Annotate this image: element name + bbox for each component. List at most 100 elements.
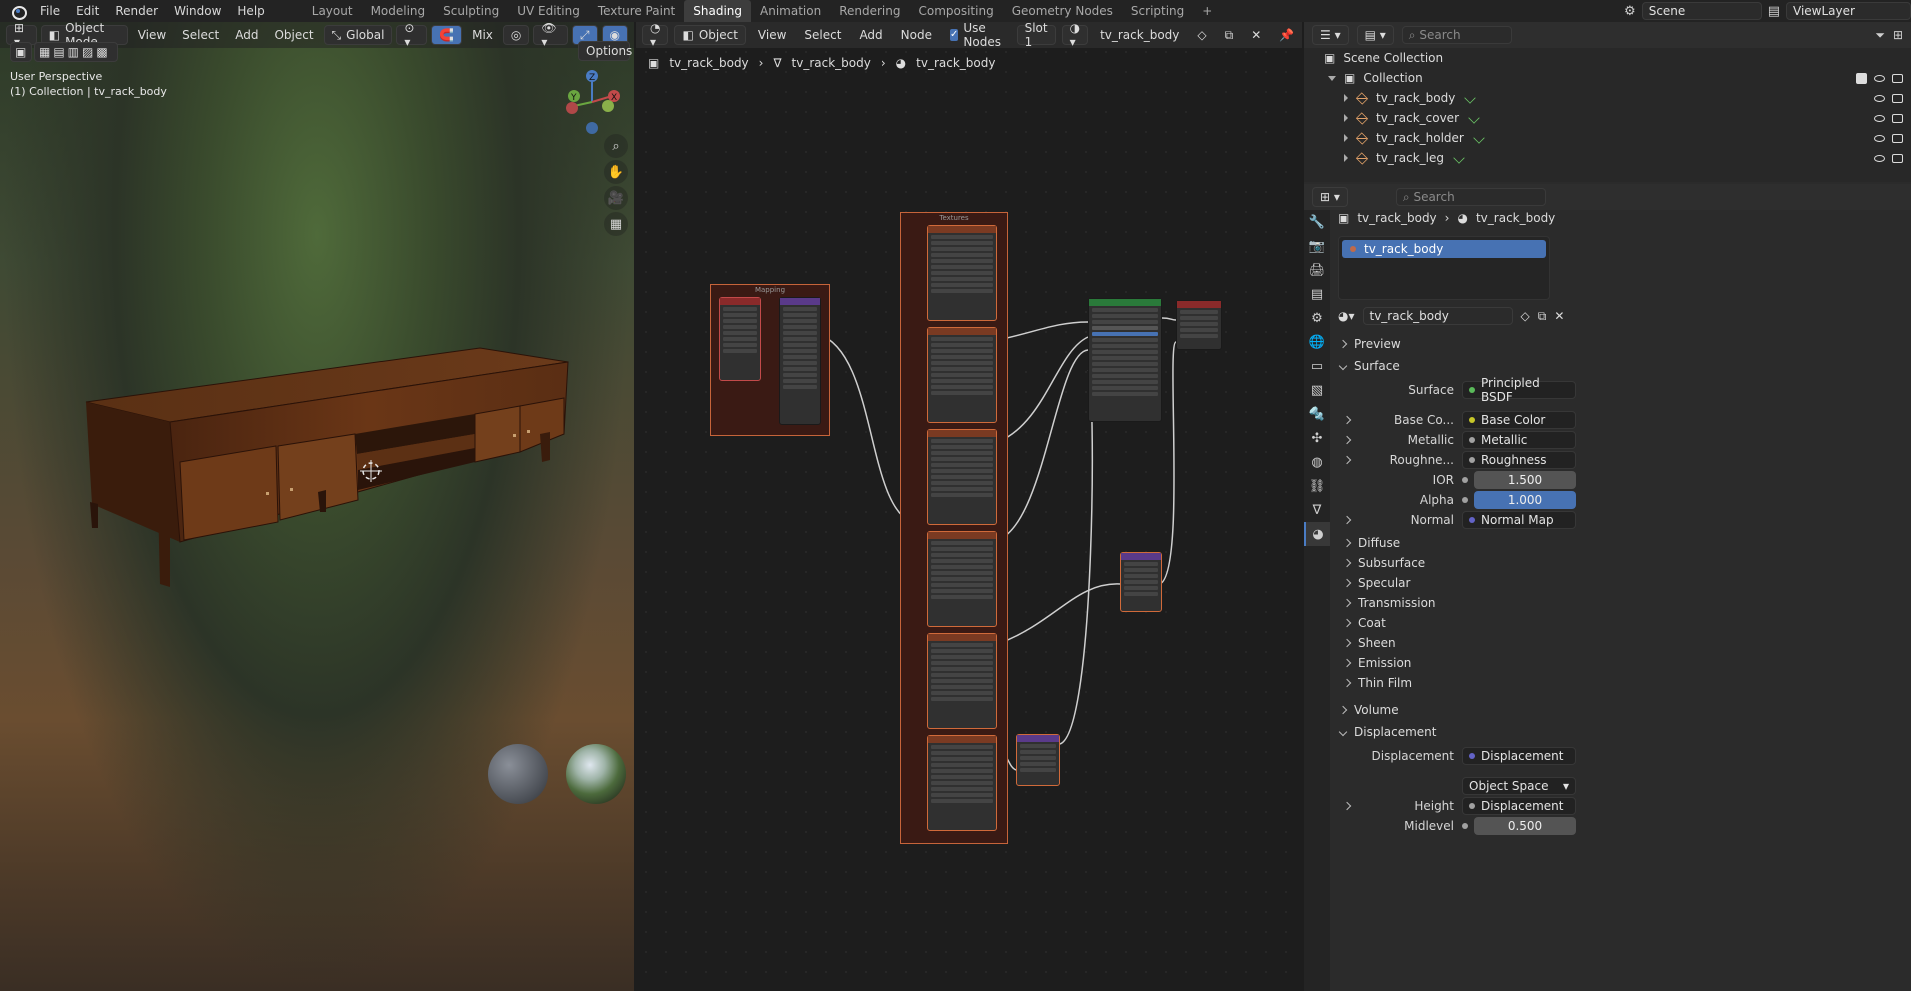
camera-icon[interactable] bbox=[1892, 113, 1903, 123]
outliner-search-input[interactable]: ⌕ Search bbox=[1401, 26, 1512, 44]
normal-field[interactable]: Normal Map bbox=[1462, 511, 1576, 529]
eye-icon[interactable] bbox=[1874, 154, 1885, 162]
transform-orientation-dropdown[interactable]: ⤡ Global bbox=[323, 25, 393, 45]
shading-mix-dropdown[interactable]: Mix bbox=[466, 25, 499, 45]
scene-selector[interactable]: Scene bbox=[1641, 2, 1762, 20]
3d-viewport[interactable]: ⊞ ▾ ◧Object Mode View Select Add Object … bbox=[0, 22, 634, 991]
principled-bsdf-node[interactable] bbox=[1088, 298, 1162, 422]
outliner-item[interactable]: tv_rack_cover bbox=[1304, 108, 1911, 128]
eye-icon[interactable] bbox=[1874, 94, 1885, 102]
pan-hand-icon[interactable]: ✋ bbox=[604, 160, 628, 184]
camera-icon[interactable] bbox=[1892, 153, 1903, 163]
specular-section[interactable]: Specular bbox=[1342, 576, 1410, 590]
image-texture-node-color[interactable] bbox=[927, 327, 997, 423]
camera-icon[interactable] bbox=[1892, 133, 1903, 143]
neg-z-axis-handle[interactable] bbox=[586, 122, 598, 134]
camera-view-icon[interactable]: 🎥 bbox=[604, 186, 628, 210]
menu-edit[interactable]: Edit bbox=[68, 4, 107, 18]
tab-shading[interactable]: Shading bbox=[684, 0, 751, 22]
object-tab-icon[interactable]: ▧ bbox=[1304, 378, 1330, 402]
blender-logo-icon[interactable] bbox=[10, 3, 27, 20]
mapping-frame[interactable]: Mapping bbox=[710, 284, 830, 436]
tab-animation[interactable]: Animation bbox=[751, 0, 830, 22]
material-name-field[interactable]: tv_rack_body bbox=[1362, 307, 1513, 325]
properties-editor[interactable]: ⊞ ▾ ⌕ Search 🔧 📷 🖨 ▤ ⚙ 🌐 ▭ ▧ 🔩 ✣ ◍ ⛓ ∇ ◕… bbox=[1304, 184, 1911, 991]
material-tab-icon[interactable]: ◕ bbox=[1304, 522, 1330, 546]
tab-sculpting[interactable]: Sculpting bbox=[434, 0, 508, 22]
filter-icon[interactable]: ⏷ bbox=[1875, 28, 1885, 43]
roughness-field[interactable]: Roughness bbox=[1462, 451, 1576, 469]
collection-checkbox[interactable] bbox=[1856, 72, 1867, 84]
subsurface-section[interactable]: Subsurface bbox=[1342, 556, 1425, 570]
scene-tab-icon[interactable]: ⚙ bbox=[1304, 306, 1330, 330]
proportional-edit-button[interactable]: ◎ bbox=[502, 25, 530, 45]
select-mode-buttons[interactable]: ▦▤▥▨▩ bbox=[34, 42, 118, 62]
image-texture-node-normal[interactable] bbox=[927, 735, 997, 831]
emission-section[interactable]: Emission bbox=[1342, 656, 1411, 670]
material-output-node[interactable] bbox=[1176, 300, 1222, 350]
display-mode-dropdown[interactable]: ▤ ▾ bbox=[1356, 25, 1394, 45]
constraints-tab-icon[interactable]: ⛓ bbox=[1304, 474, 1330, 498]
tab-compositing[interactable]: Compositing bbox=[909, 0, 1002, 22]
neg-x-axis-handle[interactable] bbox=[566, 102, 578, 114]
scene-collection-row[interactable]: ▣ Scene Collection bbox=[1304, 48, 1911, 68]
base-color-field[interactable]: Base Color bbox=[1462, 411, 1576, 429]
outliner-editor-type-button[interactable]: ☰ ▾ bbox=[1312, 25, 1349, 45]
collection-row[interactable]: ▣ Collection bbox=[1304, 68, 1911, 88]
select-box-tool[interactable]: ▣ bbox=[10, 42, 32, 62]
expand-icon[interactable] bbox=[1344, 114, 1348, 122]
view-layer-tab-icon[interactable]: ▤ bbox=[1304, 282, 1330, 306]
preview-section[interactable]: Preview bbox=[1338, 337, 1401, 351]
add-workspace-button[interactable]: + bbox=[1193, 0, 1221, 22]
expand-icon[interactable] bbox=[1344, 94, 1348, 102]
viewport-menu-view[interactable]: View bbox=[132, 25, 172, 45]
browse-material-icon[interactable]: ◕▾ bbox=[1338, 309, 1355, 323]
axis-gizmo[interactable]: Z X Y bbox=[560, 70, 630, 140]
tool-tab-icon[interactable]: 🔧 bbox=[1304, 210, 1330, 234]
alpha-value-field[interactable]: 1.000 bbox=[1474, 491, 1576, 509]
snap-toggle[interactable]: 🧲 bbox=[431, 25, 463, 45]
sheen-section[interactable]: Sheen bbox=[1342, 636, 1396, 650]
material-slot-list[interactable]: tv_rack_body bbox=[1338, 236, 1550, 300]
tv-rack-model[interactable] bbox=[80, 342, 580, 592]
menu-window[interactable]: Window bbox=[166, 4, 229, 18]
surface-shader-field[interactable]: Principled BSDF bbox=[1462, 376, 1576, 404]
image-texture-node-metallic[interactable] bbox=[927, 429, 997, 525]
options-dropdown[interactable]: Options bbox=[578, 41, 632, 61]
neg-y-axis-handle[interactable] bbox=[602, 100, 614, 112]
menu-render[interactable]: Render bbox=[107, 4, 166, 18]
tab-rendering[interactable]: Rendering bbox=[830, 0, 909, 22]
tab-texture-paint[interactable]: Texture Paint bbox=[589, 0, 684, 22]
camera-icon[interactable] bbox=[1892, 73, 1903, 83]
displacement-node[interactable] bbox=[1120, 552, 1162, 612]
pivot-dropdown[interactable]: ⊙ ▾ bbox=[396, 22, 428, 49]
volume-section[interactable]: Volume bbox=[1338, 703, 1399, 717]
eye-icon[interactable] bbox=[1874, 114, 1885, 122]
displacement-space-dropdown[interactable]: Object Space ▾ bbox=[1462, 777, 1576, 795]
camera-icon[interactable] bbox=[1892, 93, 1903, 103]
texture-coordinate-node[interactable] bbox=[719, 297, 761, 381]
zoom-icon[interactable]: ⌕ bbox=[604, 134, 628, 158]
shader-node-editor[interactable]: ◔ ▾ ◧ Object View Select Add Node ✓ Use No… bbox=[636, 22, 1302, 991]
metallic-field[interactable]: Metallic bbox=[1462, 431, 1576, 449]
eye-icon[interactable] bbox=[1874, 74, 1885, 82]
normal-map-node[interactable] bbox=[1016, 734, 1060, 786]
new-collection-icon[interactable]: ⊞ bbox=[1893, 28, 1903, 42]
render-tab-icon[interactable]: 📷 bbox=[1304, 234, 1330, 258]
height-field[interactable]: Displacement bbox=[1462, 797, 1576, 815]
duplicate-material-icon[interactable]: ⧉ bbox=[1538, 309, 1547, 324]
physics-tab-icon[interactable]: ◍ bbox=[1304, 450, 1330, 474]
expand-icon[interactable] bbox=[1344, 134, 1348, 142]
thin-film-section[interactable]: Thin Film bbox=[1342, 676, 1412, 690]
eye-icon[interactable] bbox=[1874, 134, 1885, 142]
unlink-material-icon[interactable]: ✕ bbox=[1554, 309, 1564, 323]
textures-frame[interactable]: Textures bbox=[900, 212, 1008, 844]
tab-uv-editing[interactable]: UV Editing bbox=[508, 0, 589, 22]
world-tab-icon[interactable]: 🌐 bbox=[1304, 330, 1330, 354]
diffuse-section[interactable]: Diffuse bbox=[1342, 536, 1400, 550]
viewport-menu-select[interactable]: Select bbox=[176, 25, 225, 45]
3d-cursor-icon[interactable] bbox=[360, 460, 382, 482]
tab-scripting[interactable]: Scripting bbox=[1122, 0, 1193, 22]
outliner[interactable]: ☰ ▾ ▤ ▾ ⌕ Search ⏷ ⊞ ▣ Scene Collection ▣… bbox=[1304, 22, 1911, 182]
viewport-menu-add[interactable]: Add bbox=[229, 25, 264, 45]
